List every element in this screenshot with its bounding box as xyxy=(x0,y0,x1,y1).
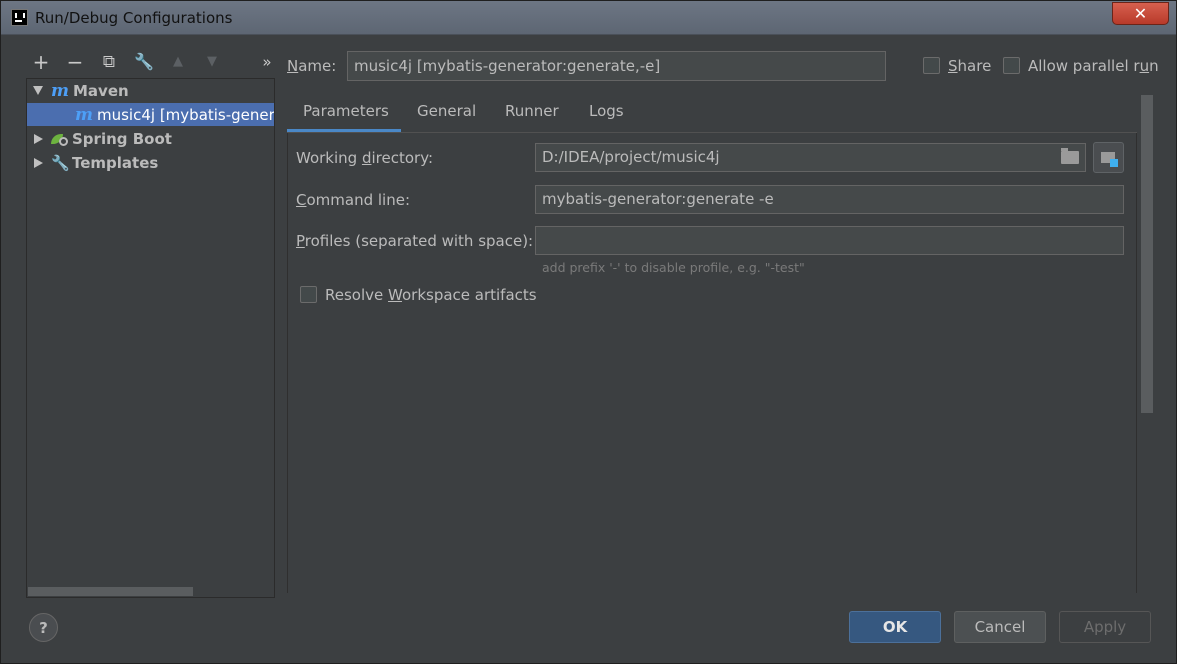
ok-button[interactable]: OK xyxy=(849,611,941,643)
collapsed-arrow-icon[interactable] xyxy=(34,157,43,168)
name-input[interactable]: music4j [mybatis-generator:generate,-e] xyxy=(347,51,886,81)
resolve-workspace-checkbox[interactable] xyxy=(300,286,317,303)
spring-boot-icon xyxy=(51,132,68,146)
tab-runner[interactable]: Runner xyxy=(489,95,575,132)
working-directory-input[interactable]: D:/IDEA/project/music4j xyxy=(535,143,1086,172)
allow-parallel-run-label: Allow parallel run xyxy=(1028,57,1159,75)
intellij-icon xyxy=(11,9,28,26)
folder-icon[interactable] xyxy=(1061,148,1079,164)
config-toolbar: + − ⧉ 🔧 ▲ ▼ » xyxy=(27,49,277,75)
command-line-input[interactable]: mybatis-generator:generate -e xyxy=(535,185,1124,214)
wrench-icon: 🔧 xyxy=(51,153,70,172)
more-icon[interactable]: » xyxy=(253,49,281,75)
insert-macro-button[interactable] xyxy=(1093,142,1124,173)
tree-horizontal-scrollbar[interactable] xyxy=(28,587,193,596)
maven-icon: m xyxy=(75,104,93,125)
expanded-arrow-icon[interactable] xyxy=(33,86,43,95)
help-button[interactable]: ? xyxy=(29,613,58,642)
tab-bar: Parameters General Runner Logs xyxy=(287,95,1137,133)
share-checkbox[interactable] xyxy=(923,57,940,74)
remove-icon[interactable]: − xyxy=(61,49,89,75)
tab-logs[interactable]: Logs xyxy=(573,95,640,132)
maven-icon: m xyxy=(51,80,69,101)
share-label: Share xyxy=(948,57,992,75)
profiles-label: Profiles (separated with space): xyxy=(296,232,534,250)
tree-item-spring-boot[interactable]: Spring Boot xyxy=(27,127,274,150)
copy-icon[interactable]: ⧉ xyxy=(95,49,123,75)
tab-general[interactable]: General xyxy=(401,95,492,132)
add-icon[interactable]: + xyxy=(27,49,55,75)
profiles-input[interactable] xyxy=(535,226,1124,255)
move-down-icon[interactable]: ▼ xyxy=(198,49,226,75)
tab-parameters[interactable]: Parameters xyxy=(287,95,401,132)
profiles-hint: add prefix '-' to disable profile, e.g. … xyxy=(542,260,805,275)
command-line-label: Command line: xyxy=(296,191,410,209)
working-directory-label: Working directory: xyxy=(296,149,434,167)
tree-item-music4j[interactable]: m music4j [mybatis-generator:generate,-e… xyxy=(27,103,274,126)
name-label: Name: xyxy=(287,57,337,75)
run-debug-dialog: Run/Debug Configurations ✕ + − ⧉ 🔧 ▲ ▼ »… xyxy=(0,0,1177,664)
window-title: Run/Debug Configurations xyxy=(35,9,233,27)
panel-vertical-scrollbar[interactable] xyxy=(1141,95,1153,413)
title-bar: Run/Debug Configurations ✕ xyxy=(1,1,1176,35)
tree-item-templates[interactable]: 🔧 Templates xyxy=(27,151,274,174)
move-up-icon[interactable]: ▲ xyxy=(164,49,192,75)
resolve-workspace-label: Resolve Workspace artifacts xyxy=(325,286,537,304)
tree-item-maven[interactable]: m Maven xyxy=(27,79,274,102)
collapsed-arrow-icon[interactable] xyxy=(34,133,43,144)
macro-icon xyxy=(1110,159,1118,167)
wrench-icon[interactable]: 🔧 xyxy=(130,49,158,75)
apply-button[interactable]: Apply xyxy=(1059,611,1151,643)
config-tree[interactable]: m Maven m music4j [mybatis-generator:gen… xyxy=(26,78,275,598)
allow-parallel-run-checkbox[interactable] xyxy=(1003,57,1020,74)
close-button[interactable]: ✕ xyxy=(1112,2,1169,25)
cancel-button[interactable]: Cancel xyxy=(954,611,1046,643)
